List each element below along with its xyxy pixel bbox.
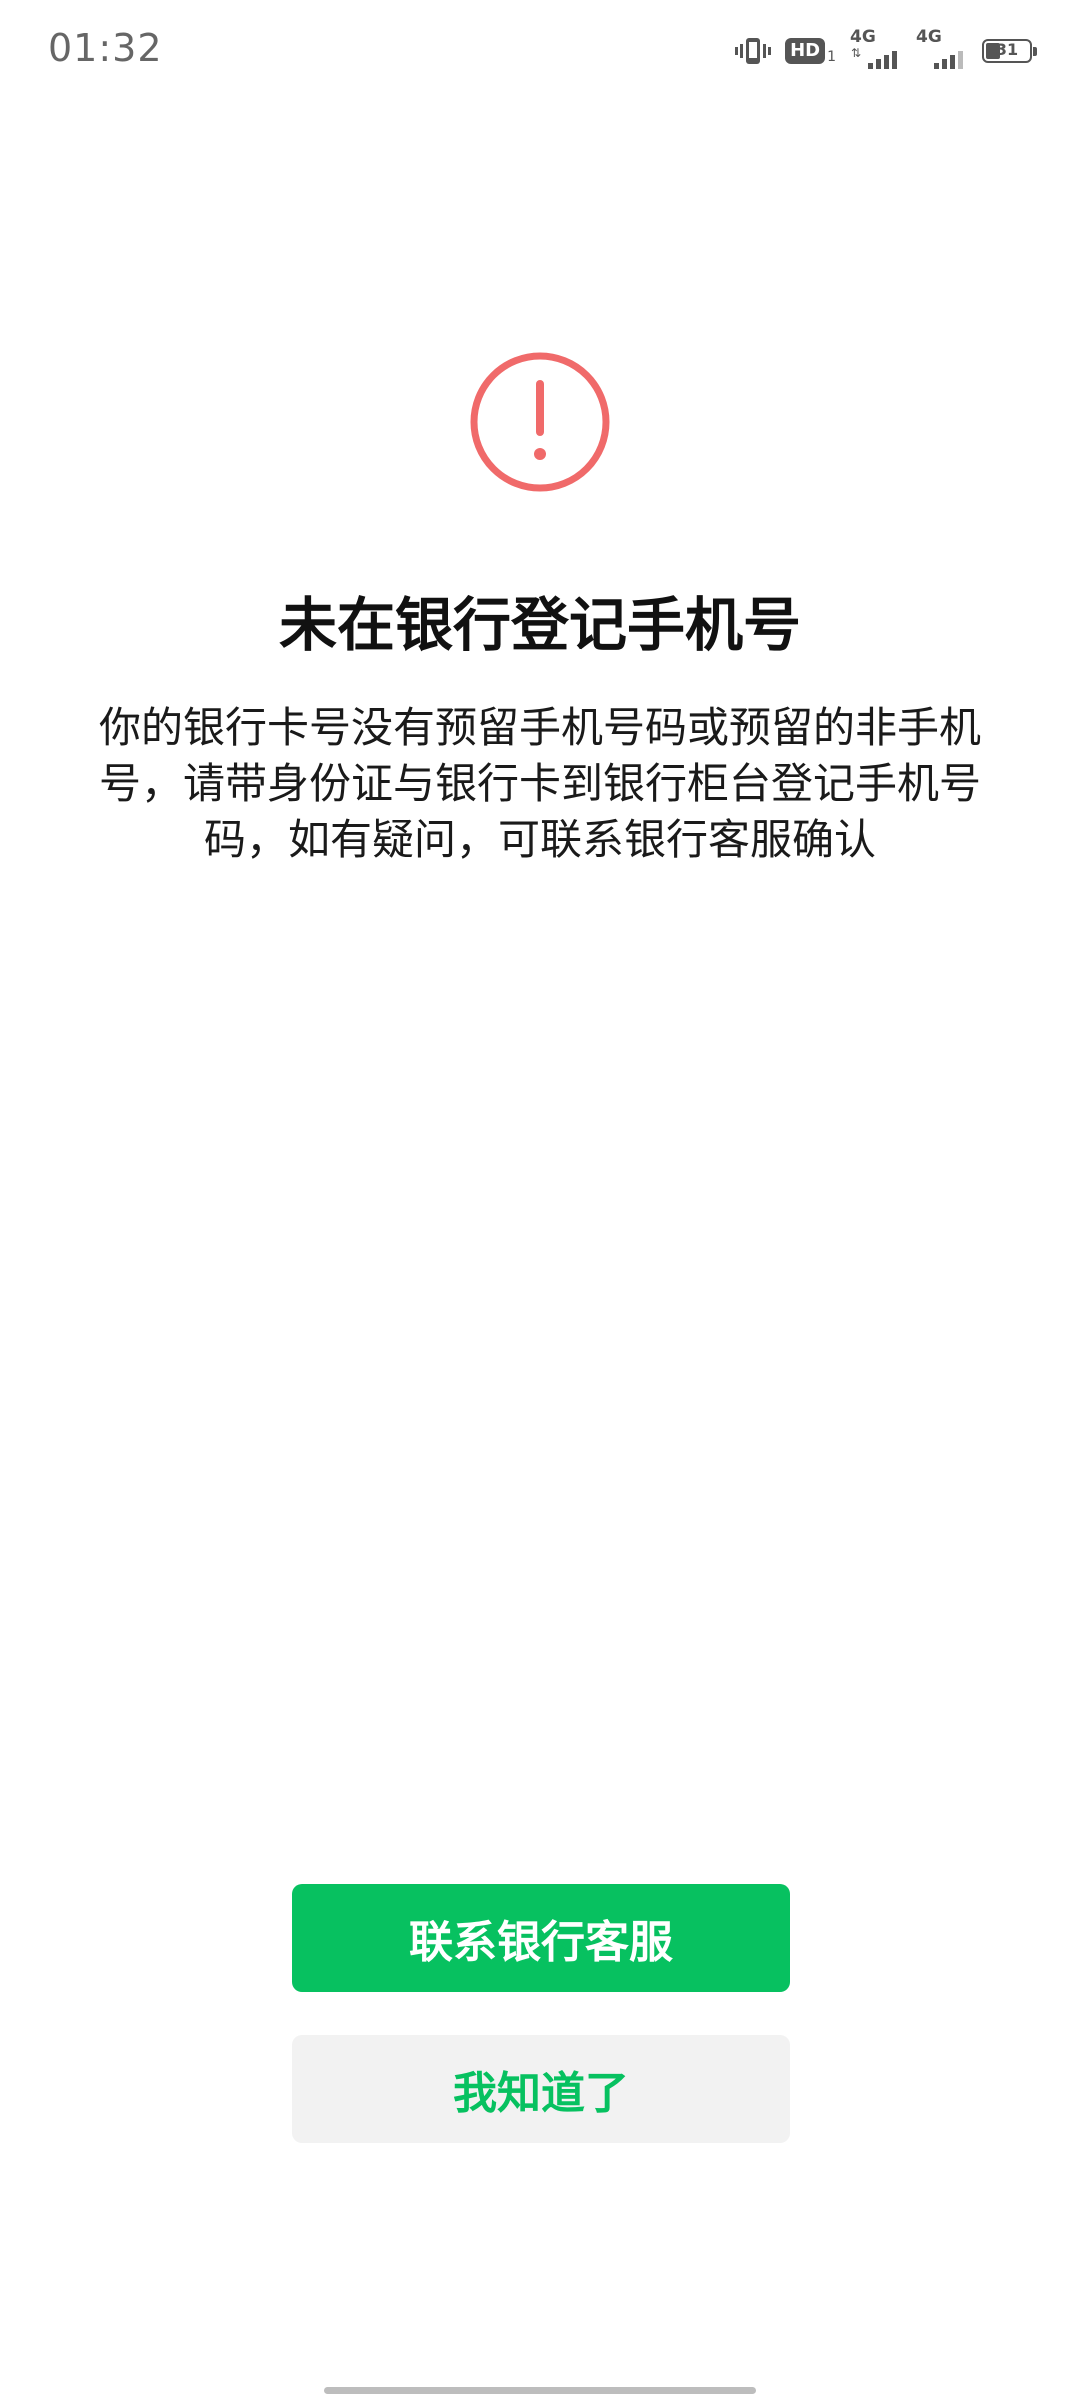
- data-arrows-icon: ⇅: [851, 46, 862, 60]
- signal-4g-icon: 4G: [916, 27, 968, 71]
- signal-4g-icon: 4G ⇅: [850, 27, 902, 71]
- status-time: 01:32: [48, 26, 163, 70]
- status-bar: 01:32 HD 1 4G ⇅ 4G 31: [0, 0, 1080, 100]
- status-icons: HD 1 4G ⇅ 4G 31: [735, 27, 1037, 74]
- hd-volte-icon: HD 1: [785, 38, 836, 64]
- warning-circle-icon: [468, 350, 612, 494]
- signal-sim2-label: 4G: [916, 27, 942, 47]
- contact-bank-service-button[interactable]: 联系银行客服: [292, 1884, 790, 1992]
- page-title: 未在银行登记手机号: [278, 591, 801, 659]
- hd-sub: 1: [827, 49, 836, 65]
- signal-sim1-label: 4G: [850, 27, 876, 47]
- description-text: 你的银行卡号没有预留手机号码或预留的非手机号，请带身份证与银行卡到银行柜台登记手…: [98, 703, 981, 864]
- home-indicator[interactable]: [324, 2387, 756, 2394]
- hd-badge: HD: [785, 38, 826, 64]
- vibrate-icon: [735, 35, 772, 67]
- battery-level: 31: [995, 40, 1019, 59]
- battery-icon: 31: [982, 39, 1037, 63]
- got-it-button[interactable]: 我知道了: [292, 2035, 790, 2143]
